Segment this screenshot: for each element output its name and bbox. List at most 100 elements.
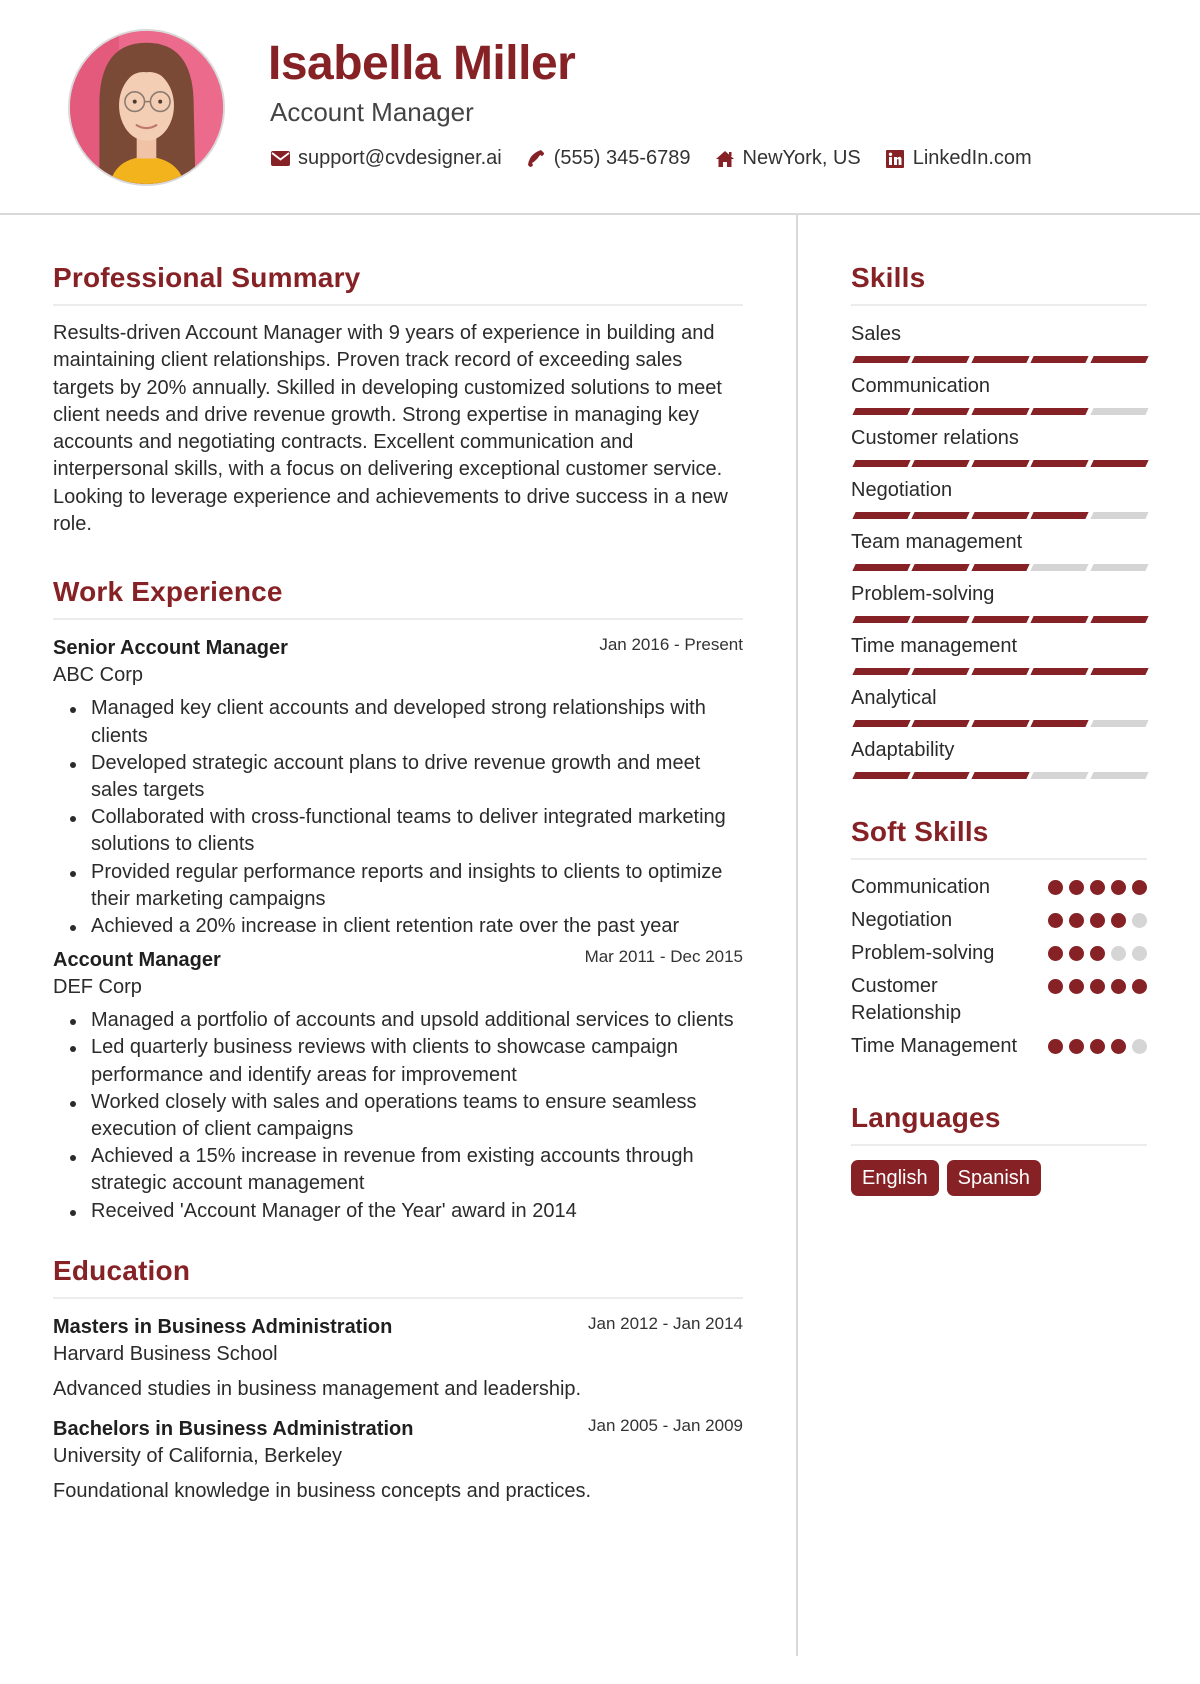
language-badge: English <box>851 1160 939 1196</box>
skill-segment-filled <box>911 616 971 623</box>
soft-skill-name: Problem-solving <box>851 942 995 964</box>
rating-dot-filled <box>1069 1039 1084 1054</box>
skill-name: Customer relations <box>851 427 1019 449</box>
contact-linkedin[interactable]: LinkedIn.com <box>885 147 1032 170</box>
skill-name: Analytical <box>851 687 937 709</box>
skill-item: Time management <box>851 632 1149 676</box>
column-divider <box>796 215 798 1656</box>
skill-segment-filled <box>1030 356 1090 363</box>
rating-dot-filled <box>1111 913 1126 928</box>
skill-segment-filled <box>1030 460 1090 467</box>
skill-segment-filled <box>1030 512 1090 519</box>
contact-email[interactable]: support@cvdesigner.ai <box>270 147 502 170</box>
skill-name: Time management <box>851 635 1017 657</box>
job-company: DEF Corp <box>53 976 142 999</box>
candidate-title: Account Manager <box>270 97 474 127</box>
rating-dot-filled <box>1090 1039 1105 1054</box>
skill-segment-filled <box>911 668 971 675</box>
skill-level-bar <box>851 408 1149 416</box>
soft-skill-rating <box>1048 973 1147 994</box>
skill-segment-empty <box>1089 772 1149 779</box>
job-entry: Senior Account Manager Jan 2016 - Present… <box>53 634 743 940</box>
bullet-item: Managed a portfolio of accounts and upso… <box>53 1007 743 1034</box>
skill-item: Negotiation <box>851 476 1149 520</box>
sidebar-column: Skills Sales Communication Customer relati… <box>851 262 1149 1234</box>
job-company: ABC Corp <box>53 664 144 687</box>
skill-item: Adaptability <box>851 736 1149 780</box>
job-bullets: Managed key client accounts and develope… <box>53 695 743 940</box>
skill-segment-empty <box>1089 408 1149 415</box>
education-description: Foundational knowledge in business conce… <box>53 1479 592 1502</box>
contact-phone[interactable]: (555) 345-6789 <box>526 147 691 170</box>
education-header: Bachelors in Business Administration Jan … <box>53 1415 743 1443</box>
skill-item: Team management <box>851 528 1149 572</box>
skill-name: Adaptability <box>851 739 955 761</box>
rating-dot-filled <box>1048 979 1063 994</box>
language-list: English Spanish <box>851 1160 1147 1196</box>
education-degree: Bachelors in Business Administration <box>53 1417 414 1440</box>
section-title: Work Experience <box>53 576 743 621</box>
skill-segment-filled <box>1089 668 1149 675</box>
phone-icon <box>526 149 546 169</box>
contact-list: support@cvdesigner.ai (555) 345-6789 New… <box>270 147 1056 170</box>
education-list: Masters in Business Administration Jan 20… <box>53 1313 743 1505</box>
skill-segment-empty <box>1089 512 1149 519</box>
skill-segment-empty <box>1030 564 1090 571</box>
rating-dot-filled <box>1048 913 1063 928</box>
bullet-item: Led quarterly business reviews with clie… <box>53 1034 743 1088</box>
professional-summary-section: Professional Summary Results-driven Acco… <box>53 262 743 538</box>
education-section: Education Masters in Business Administra… <box>53 1255 743 1505</box>
section-title: Soft Skills <box>851 816 1147 860</box>
skill-level-bar <box>851 356 1149 364</box>
resume-header: Isabella Miller Account Manager support@… <box>0 0 1200 215</box>
contact-linkedin-text: LinkedIn.com <box>912 147 1032 169</box>
skill-segment-filled <box>911 720 971 727</box>
work-experience-section: Work Experience Senior Account Manager Ja… <box>53 576 743 1224</box>
soft-skill-name: Time Management <box>851 1035 1017 1057</box>
soft-skill-rating <box>1048 907 1147 928</box>
rating-dot-filled <box>1048 880 1063 895</box>
candidate-name: Isabella Miller <box>268 37 576 90</box>
skill-segment-filled <box>971 668 1030 675</box>
soft-skill-item: Customer Relationship <box>851 973 1147 1027</box>
contact-email-text: support@cvdesigner.ai <box>298 147 502 169</box>
skill-name: Negotiation <box>851 479 953 501</box>
skill-segment-filled <box>911 772 971 779</box>
education-dates: Jan 2012 - Jan 2014 <box>587 1313 743 1333</box>
skill-segment-filled <box>971 408 1030 415</box>
soft-skill-name: Communication <box>851 876 990 898</box>
education-entry: Bachelors in Business Administration Jan … <box>53 1415 743 1505</box>
skill-segment-filled <box>1030 616 1090 623</box>
bullet-item: Worked closely with sales and operations… <box>53 1089 743 1143</box>
rating-dot-filled <box>1090 979 1105 994</box>
job-header: Senior Account Manager Jan 2016 - Present <box>53 634 743 662</box>
summary-text: Results-driven Account Manager with 9 ye… <box>53 322 728 536</box>
skill-segment-filled <box>852 668 912 675</box>
job-dates: Jan 2016 - Present <box>599 635 743 655</box>
rating-dot-filled <box>1132 880 1147 895</box>
skill-segment-filled <box>852 512 912 519</box>
home-icon <box>715 149 735 169</box>
skill-segment-filled <box>971 772 1030 779</box>
languages-section: Languages English Spanish <box>851 1102 1147 1196</box>
section-title: Professional Summary <box>53 262 743 306</box>
section-title: Education <box>53 1255 743 1299</box>
skill-item: Customer relations <box>851 424 1149 468</box>
skill-segment-filled <box>852 720 912 727</box>
education-school: Harvard Business School <box>53 1342 278 1365</box>
skill-level-bar <box>851 512 1149 520</box>
skill-item: Communication <box>851 372 1149 416</box>
avatar <box>68 29 225 186</box>
skill-segment-filled <box>971 616 1030 623</box>
rating-dot-filled <box>1090 880 1105 895</box>
education-degree: Masters in Business Administration <box>53 1315 393 1338</box>
skill-segment-filled <box>911 564 971 571</box>
skill-segment-filled <box>852 460 912 467</box>
job-bullets: Managed a portfolio of accounts and upso… <box>53 1007 743 1225</box>
education-school: University of California, Berkeley <box>53 1444 342 1467</box>
envelope-icon <box>270 149 290 169</box>
skill-segment-empty <box>1030 772 1090 779</box>
rating-dot-filled <box>1090 913 1105 928</box>
skill-segment-filled <box>1089 356 1149 363</box>
rating-dot-filled <box>1069 880 1084 895</box>
